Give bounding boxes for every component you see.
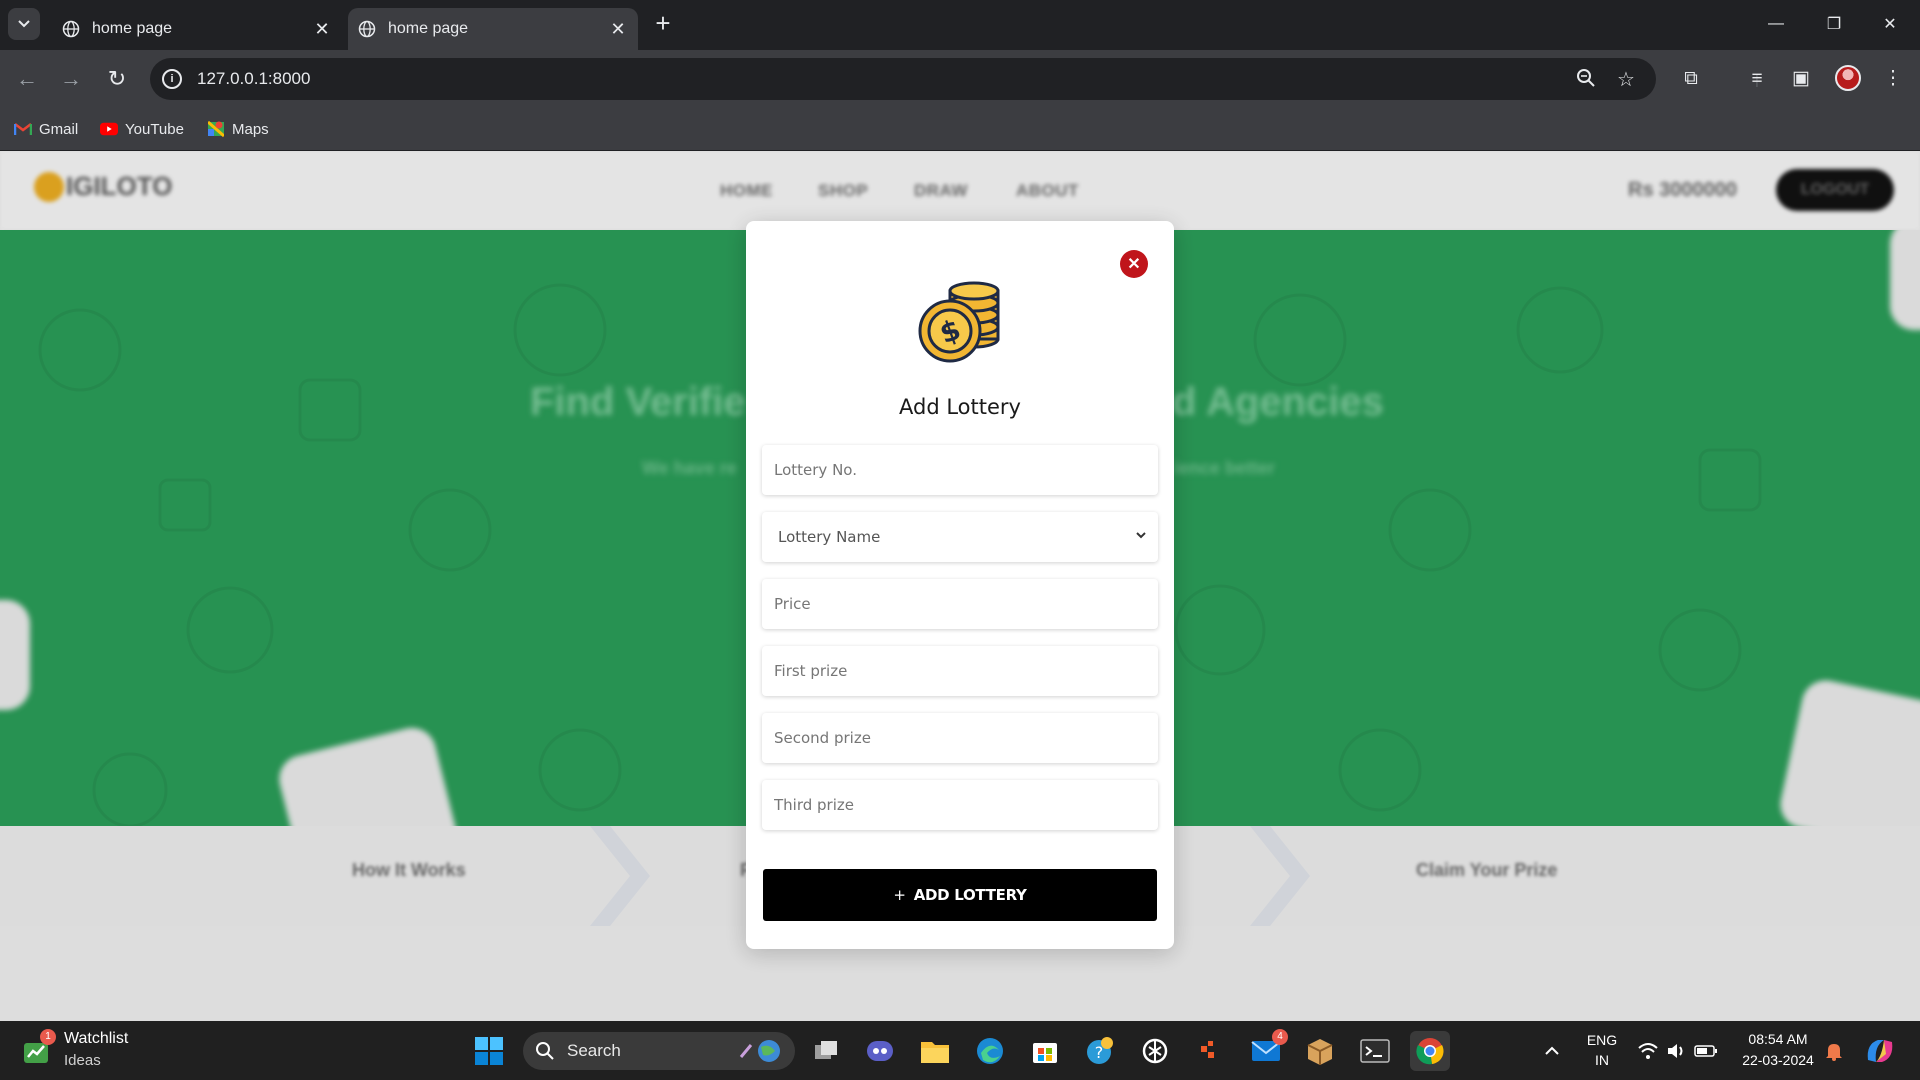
browser-toolbar: ← → ↻ i 127.0.0.1:8000 ☆ ⧉ | ≡ ▣ ⋮	[0, 50, 1920, 108]
bookmark-label: YouTube	[125, 120, 184, 138]
restore-icon[interactable]: ❐	[1806, 8, 1862, 40]
search-label: Search	[567, 1041, 621, 1060]
microsoft-store-icon[interactable]	[1025, 1031, 1065, 1071]
maps-icon	[207, 120, 225, 138]
third-prize-input[interactable]	[762, 780, 1158, 830]
gmail-icon	[14, 120, 32, 138]
site-info-icon[interactable]: i	[162, 69, 182, 89]
page-viewport: IGILOTO HOME SHOP DRAW ABOUT Rs 3000000 …	[0, 151, 1920, 1021]
svg-text:?: ?	[1095, 1043, 1104, 1062]
zoom-icon[interactable]	[1574, 68, 1598, 92]
first-prize-input[interactable]	[762, 646, 1158, 696]
close-tab-icon[interactable]: ✕	[308, 15, 336, 43]
clock-date: 22-03-2024	[1742, 1052, 1814, 1068]
widget-subtitle: Ideas	[64, 1052, 101, 1069]
price-field[interactable]	[762, 579, 1158, 629]
close-tab-icon[interactable]: ✕	[604, 15, 632, 43]
battery-icon[interactable]	[1688, 1031, 1724, 1071]
second-prize-input[interactable]	[762, 713, 1158, 763]
chatgpt-icon[interactable]	[1135, 1031, 1175, 1071]
terminal-icon[interactable]	[1355, 1031, 1395, 1071]
address-bar[interactable]: i 127.0.0.1:8000 ☆	[150, 58, 1656, 100]
language-bottom: IN	[1595, 1052, 1609, 1068]
task-view-icon[interactable]	[806, 1031, 846, 1071]
windows-taskbar: 1 Watchlist Ideas Search ? 4 ENG IN 08:5…	[0, 1021, 1920, 1080]
bookmark-label: Maps	[232, 120, 269, 138]
coins-icon: $	[918, 281, 1000, 363]
widget-badge: 1	[40, 1029, 56, 1045]
chevron-down-icon	[1136, 532, 1146, 539]
windows-logo-icon	[475, 1037, 503, 1065]
youtube-icon	[100, 120, 118, 138]
add-lottery-modal: ✕ $ Add Lottery Lottery Name	[746, 221, 1174, 949]
profile-avatar[interactable]	[1835, 65, 1861, 91]
taskbar-search[interactable]: Search	[523, 1032, 795, 1070]
package-app-icon[interactable]	[1300, 1031, 1340, 1071]
search-icon	[536, 1042, 554, 1060]
extensions-icon[interactable]: ⧉	[1676, 64, 1706, 94]
close-window-icon[interactable]: ✕	[1862, 8, 1918, 40]
edge-icon[interactable]	[970, 1031, 1010, 1071]
browser-tab-strip: home page ✕ home page ✕ + — ❐ ✕	[0, 0, 1920, 50]
bookmark-gmail[interactable]: Gmail	[14, 117, 78, 141]
modal-close-button[interactable]: ✕	[1120, 250, 1148, 278]
lottery-name-selected: Lottery Name	[778, 528, 881, 546]
bookmarks-bar: Gmail YouTube Maps	[0, 108, 1920, 150]
chevron-up-icon[interactable]	[1534, 1031, 1570, 1071]
tab-home-page-1[interactable]: home page ✕	[52, 8, 342, 50]
start-button[interactable]	[469, 1031, 509, 1071]
mail-icon[interactable]: 4	[1246, 1029, 1288, 1071]
second-prize-field[interactable]	[762, 713, 1158, 763]
lottery-name-select[interactable]: Lottery Name	[762, 512, 1158, 562]
forward-icon[interactable]: →	[56, 64, 86, 94]
bookmark-label: Gmail	[39, 120, 79, 138]
watchlist-widget-icon[interactable]: 1	[18, 1029, 56, 1071]
reload-icon[interactable]: ↻	[102, 64, 132, 94]
bookmark-star-icon[interactable]: ☆	[1614, 68, 1638, 92]
back-icon[interactable]: ←	[12, 64, 42, 94]
language-top[interactable]: ENG	[1584, 1032, 1620, 1048]
media-control-icon[interactable]: ≡	[1742, 64, 1772, 94]
copilot-icon[interactable]	[1860, 1031, 1900, 1071]
lottery-no-input[interactable]	[762, 445, 1158, 495]
bookmark-youtube[interactable]: YouTube	[100, 117, 184, 141]
globe-icon	[358, 20, 376, 38]
globe-icon	[62, 20, 80, 38]
lottery-no-field[interactable]	[762, 445, 1158, 495]
price-input[interactable]	[762, 579, 1158, 629]
tab-title: home page	[92, 20, 173, 37]
new-tab-button[interactable]: +	[650, 10, 676, 36]
third-prize-field[interactable]	[762, 780, 1158, 830]
file-explorer-icon[interactable]	[915, 1031, 955, 1071]
clock-time[interactable]: 08:54 AM	[1728, 1031, 1828, 1047]
minimize-icon[interactable]: —	[1748, 8, 1804, 40]
chrome-icon[interactable]	[1410, 1031, 1450, 1071]
first-prize-field[interactable]	[762, 646, 1158, 696]
side-panel-icon[interactable]: ▣	[1786, 64, 1816, 94]
tips-icon[interactable]: ?	[1080, 1031, 1120, 1071]
bookmark-maps[interactable]: Maps	[207, 117, 269, 141]
notification-bell-icon[interactable]	[1816, 1031, 1852, 1071]
meet-icon[interactable]	[860, 1031, 900, 1071]
tab-home-page-2[interactable]: home page ✕	[348, 8, 638, 50]
search-highlight-icon	[739, 1040, 780, 1062]
plus-icon: +	[893, 886, 906, 904]
add-lottery-button[interactable]: + ADD LOTTERY	[763, 869, 1157, 921]
chevron-down-icon	[18, 20, 30, 28]
mail-badge: 4	[1272, 1029, 1288, 1045]
url-text[interactable]: 127.0.0.1:8000	[197, 69, 310, 89]
widget-title[interactable]: Watchlist	[64, 1030, 128, 1048]
modal-title: Add Lottery	[899, 395, 1021, 419]
add-lottery-label: ADD LOTTERY	[913, 886, 1027, 904]
menu-icon[interactable]: ⋮	[1878, 64, 1908, 94]
tab-search-button[interactable]	[8, 8, 40, 40]
tab-title: home page	[388, 20, 469, 37]
git-app-icon[interactable]	[1190, 1031, 1230, 1071]
